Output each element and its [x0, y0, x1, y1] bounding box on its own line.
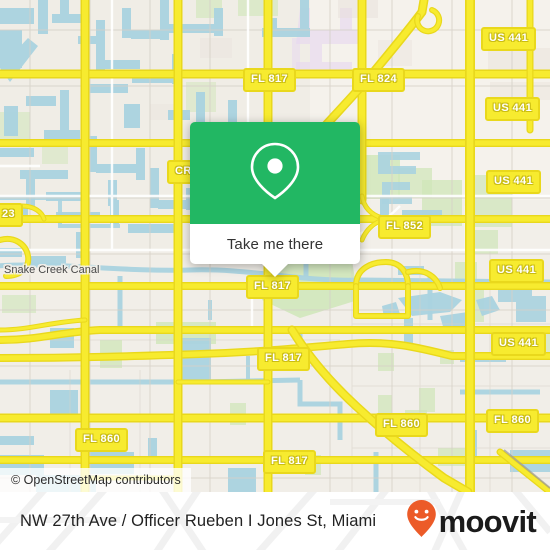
- road-shield[interactable]: FL 860: [75, 428, 129, 452]
- moovit-logo[interactable]: moovit: [406, 492, 537, 550]
- osm-attribution[interactable]: © OpenStreetMap contributors: [0, 468, 191, 492]
- callout-pin-panel: [190, 122, 360, 224]
- road-shield[interactable]: US 441: [491, 332, 547, 356]
- road-shield[interactable]: 23: [0, 203, 24, 227]
- road-shield[interactable]: FL 824: [352, 68, 406, 92]
- place-label-snake-creek-canal: Snake Creek Canal: [4, 264, 100, 276]
- road-shield[interactable]: FL 817: [263, 450, 317, 474]
- page-title: NW 27th Ave / Officer Rueben I Jones St,…: [20, 511, 377, 530]
- road-shield[interactable]: US 441: [481, 27, 537, 51]
- map-canvas[interactable]: .wtr { fill:#aad3e0; } .wtrln { stroke:#…: [0, 0, 550, 492]
- footer-bar: NW 27th Ave / Officer Rueben I Jones St,…: [0, 492, 550, 550]
- moovit-smiley-pin-icon: [406, 499, 437, 543]
- road-shield[interactable]: FL 860: [486, 409, 540, 433]
- road-shield[interactable]: US 441: [489, 259, 545, 283]
- take-me-there-button[interactable]: Take me there: [190, 224, 360, 277]
- road-shield[interactable]: FL 860: [375, 413, 429, 437]
- callout-tail: [261, 263, 289, 277]
- moovit-wordmark: moovit: [438, 503, 537, 539]
- road-shield[interactable]: FL 817: [243, 68, 297, 92]
- road-shield[interactable]: FL 852: [378, 215, 432, 239]
- take-me-there-label: Take me there: [226, 235, 324, 253]
- road-shield[interactable]: FL 817: [257, 347, 311, 371]
- road-shield[interactable]: US 441: [486, 170, 542, 194]
- road-shield[interactable]: FL 817: [246, 275, 300, 299]
- road-shield[interactable]: US 441: [485, 97, 541, 121]
- location-callout-card[interactable]: Take me there: [190, 122, 360, 277]
- moovit-map-screenshot: .wtr { fill:#aad3e0; } .wtrln { stroke:#…: [0, 0, 550, 550]
- map-pin-icon: [248, 140, 302, 207]
